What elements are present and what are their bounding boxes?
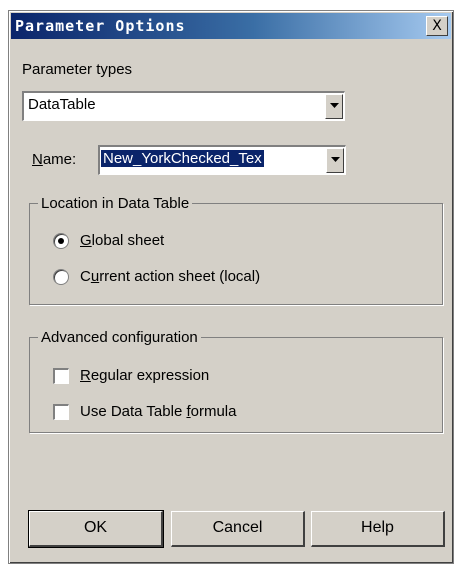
global-sheet-label[interactable]: Global sheet bbox=[80, 232, 164, 249]
name-combobox[interactable]: New_YorkChecked_Tex bbox=[98, 145, 346, 175]
chevron-down-icon bbox=[330, 103, 339, 108]
name-value[interactable]: New_YorkChecked_Tex bbox=[101, 150, 264, 167]
location-group: Location in Data Table bbox=[29, 195, 443, 305]
location-legend: Location in Data Table bbox=[41, 195, 190, 212]
current-action-sheet-label[interactable]: Current action sheet (local) bbox=[80, 268, 260, 285]
global-sheet-text: lobal sheet bbox=[91, 232, 165, 249]
name-label: Name: bbox=[32, 151, 76, 168]
name-label-mnemonic: N bbox=[32, 151, 43, 168]
regular-expression-mnemonic: R bbox=[80, 367, 91, 384]
ok-button[interactable]: OK bbox=[28, 510, 164, 548]
parameter-types-dropdown-button[interactable] bbox=[325, 94, 343, 119]
name-dropdown-button[interactable] bbox=[326, 148, 344, 173]
global-sheet-radio[interactable] bbox=[53, 233, 69, 249]
regular-expression-checkbox[interactable] bbox=[53, 368, 69, 384]
parameter-options-dialog: Parameter Options X Parameter types Data… bbox=[8, 10, 454, 564]
data-table-formula-checkbox[interactable] bbox=[53, 404, 69, 420]
formula-text: ormula bbox=[190, 403, 237, 420]
current-action-prefix: C bbox=[80, 268, 91, 285]
radio-dot bbox=[58, 238, 64, 244]
help-button[interactable]: Help bbox=[311, 511, 445, 547]
parameter-types-label: Parameter types bbox=[22, 61, 133, 78]
regular-expression-label[interactable]: Regular expression bbox=[80, 367, 209, 384]
current-action-sheet-radio[interactable] bbox=[53, 269, 69, 285]
cancel-button[interactable]: Cancel bbox=[171, 511, 305, 547]
advanced-legend: Advanced configuration bbox=[41, 329, 198, 346]
title-bar[interactable]: Parameter Options X bbox=[11, 13, 451, 39]
regular-expression-text: egular expression bbox=[90, 367, 210, 384]
parameter-types-value: DataTable bbox=[28, 96, 96, 113]
parameter-types-combobox[interactable]: DataTable bbox=[22, 91, 345, 121]
current-action-text: rrent action sheet (local) bbox=[99, 268, 261, 285]
close-icon: X bbox=[432, 18, 442, 34]
data-table-formula-label[interactable]: Use Data Table formula bbox=[80, 403, 236, 420]
global-sheet-mnemonic: G bbox=[80, 232, 92, 249]
chevron-down-icon bbox=[331, 157, 340, 162]
formula-prefix: Use Data Table bbox=[80, 403, 187, 420]
current-action-mnemonic: u bbox=[90, 268, 100, 285]
close-button[interactable]: X bbox=[426, 16, 448, 36]
dialog-title: Parameter Options bbox=[15, 17, 186, 35]
name-label-text: ame: bbox=[42, 151, 77, 168]
